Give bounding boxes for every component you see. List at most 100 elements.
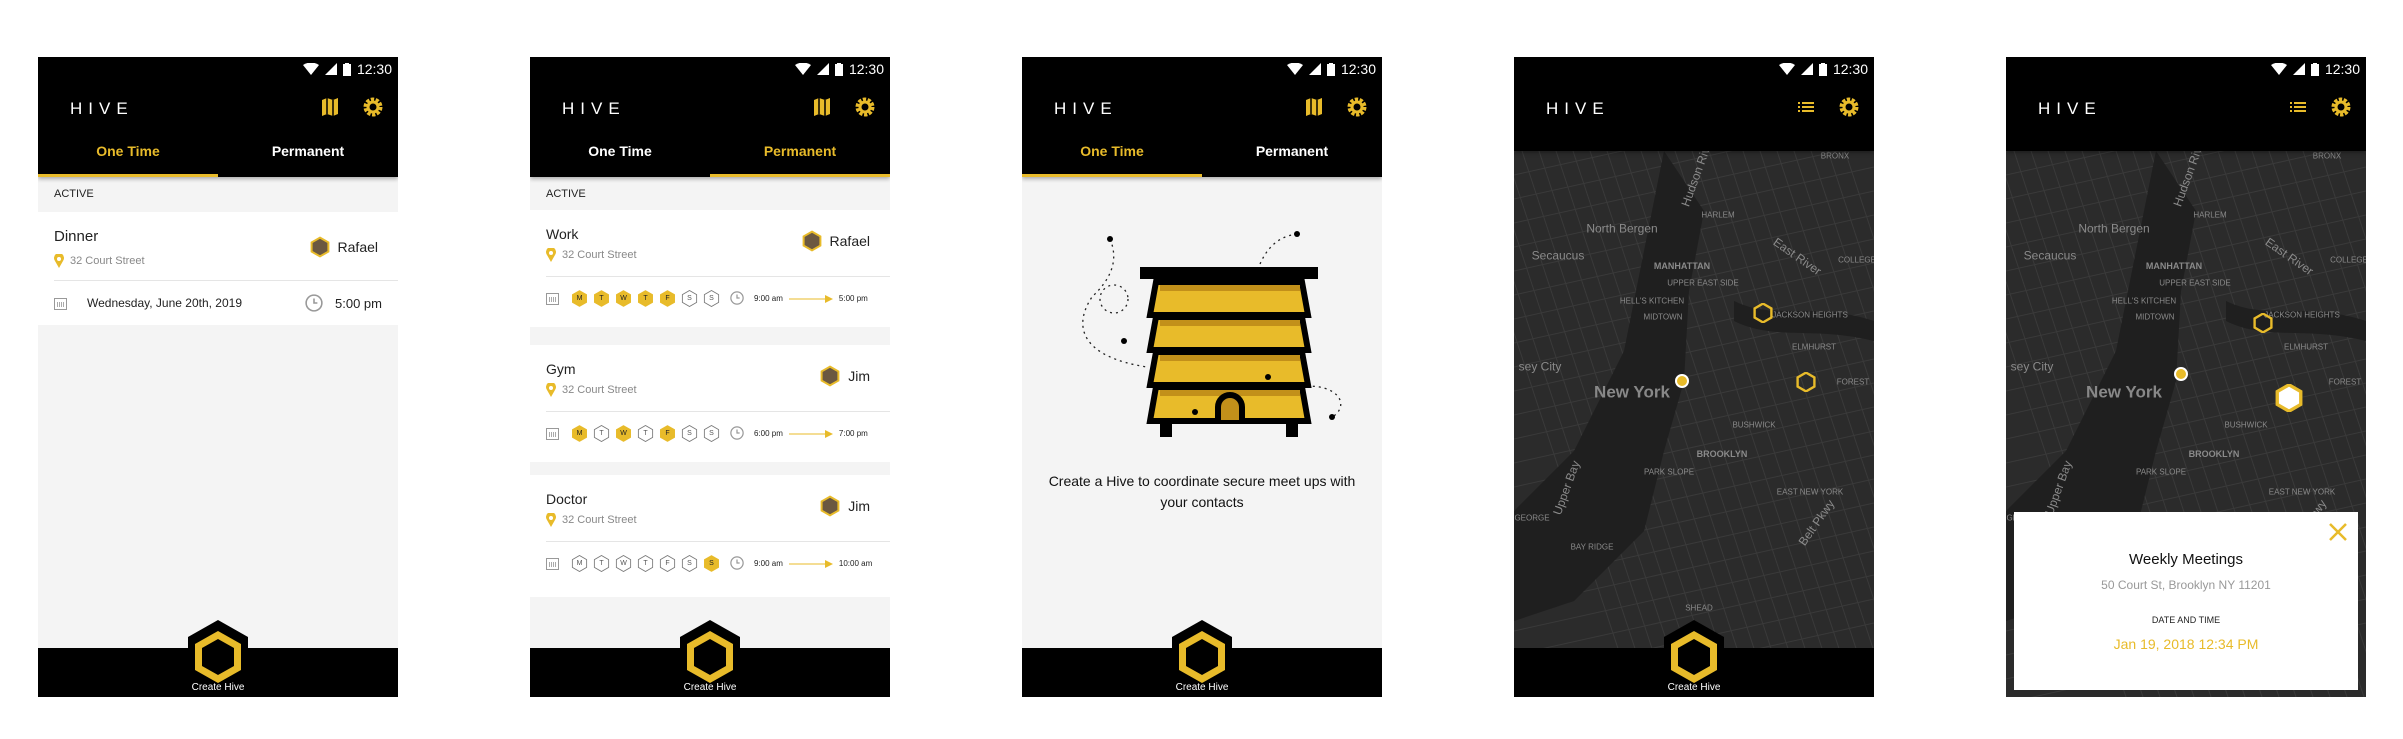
day-toggle[interactable]: F — [659, 555, 676, 572]
day-toggle[interactable]: T — [637, 425, 654, 442]
create-hive-button[interactable]: Create Hive — [188, 617, 248, 697]
hive-card[interactable]: Work 32 Court Street Rafael M T W T F S S 9:00 … — [530, 210, 890, 327]
location-pin-icon — [546, 383, 556, 397]
settings-icon[interactable] — [2331, 97, 2351, 117]
settings-icon[interactable] — [363, 97, 383, 117]
map-label: New York — [1594, 382, 1670, 402]
day-toggle[interactable]: M — [571, 290, 588, 307]
settings-icon[interactable] — [1839, 97, 1859, 117]
hive-schedule-row: Wednesday, June 20th, 2019 5:00 pm — [38, 281, 398, 325]
hive-card[interactable]: Gym 32 Court Street Jim M T W T F S S 6:00 pm 7:… — [530, 345, 890, 462]
app-bar: HIVE One Time Permanent — [38, 81, 398, 177]
app-title: HIVE — [1054, 99, 1118, 118]
tab-one-time[interactable]: One Time — [1022, 137, 1202, 177]
create-hive-label: Create Hive — [191, 682, 245, 693]
map-icon[interactable] — [1304, 97, 1324, 117]
map-label: FOREST — [1836, 377, 1870, 387]
day-letter: M — [576, 295, 583, 302]
list-icon[interactable] — [2288, 97, 2308, 117]
tab-permanent[interactable]: Permanent — [710, 137, 890, 177]
tab-permanent[interactable]: Permanent — [218, 137, 398, 177]
signal-icon — [1800, 63, 1813, 75]
hive-datetime: Jan 19, 2018 12:34 PM — [2113, 636, 2259, 652]
signal-icon — [2292, 63, 2305, 75]
list-icon[interactable] — [1796, 97, 1816, 117]
app-title: HIVE — [562, 99, 626, 118]
status-bar: 12:30 — [2006, 57, 2366, 81]
day-letter: T — [643, 430, 648, 437]
settings-icon[interactable] — [855, 97, 875, 117]
map-label: sey City — [2010, 359, 2054, 374]
day-toggle[interactable]: S — [681, 555, 698, 572]
tab-permanent[interactable]: Permanent — [1202, 137, 1382, 177]
location-pin-icon — [546, 513, 556, 527]
current-location-marker[interactable] — [2174, 367, 2188, 381]
map-label: UPPER EAST SIDE — [2159, 278, 2231, 288]
tab-one-time[interactable]: One Time — [530, 137, 710, 177]
day-toggle[interactable]: M — [571, 555, 588, 572]
map-view[interactable]: BRONX North Bergen HARLEM Secaucus MANHATTAN… — [1514, 135, 1874, 697]
day-toggle[interactable]: T — [593, 290, 610, 307]
day-letter: S — [687, 295, 692, 302]
day-toggle[interactable]: T — [593, 555, 610, 572]
map-label: Secaucus — [2023, 248, 2077, 263]
day-toggle[interactable]: S — [703, 425, 720, 442]
calendar-icon — [546, 428, 559, 440]
screen-map-detail: 12:30 HIVE BRONX North Bergen HARLEM Secauc… — [2006, 57, 2366, 697]
map-label: BRONX — [2312, 151, 2342, 161]
app-title: HIVE — [2038, 99, 2102, 118]
screen-permanent: 12:30 HIVE One Time Permanent ACTIVE Wor… — [530, 57, 890, 697]
day-toggle[interactable]: W — [615, 425, 632, 442]
hive-map-marker[interactable] — [1753, 302, 1773, 324]
signal-icon — [816, 63, 829, 75]
hive-map-marker[interactable] — [2253, 312, 2273, 334]
map-label: BAY RIDGE — [1570, 542, 1614, 552]
hive-card[interactable]: Dinner 32 Court Street Rafael — [38, 212, 398, 281]
tab-one-time[interactable]: One Time — [38, 137, 218, 177]
wifi-icon — [794, 63, 811, 75]
weekday-selector: MTWTFSS — [571, 290, 720, 307]
hive-map-marker[interactable] — [2275, 382, 2303, 414]
day-toggle[interactable]: M — [571, 425, 588, 442]
day-toggle[interactable]: S — [703, 290, 720, 307]
hive-card[interactable]: Doctor 32 Court Street Jim M T W T F S S 9:00 a… — [530, 475, 890, 597]
map-label: EAST NEW YORK — [1776, 487, 1844, 497]
day-toggle[interactable]: T — [593, 425, 610, 442]
hive-address: 32 Court Street — [546, 383, 637, 397]
day-letter: T — [643, 560, 648, 567]
day-toggle[interactable]: W — [615, 555, 632, 572]
day-toggle[interactable]: F — [659, 290, 676, 307]
app-bar: HIVE — [1514, 81, 1874, 151]
day-toggle[interactable]: S — [681, 425, 698, 442]
map-label: JACKSON HEIGHTS — [1772, 310, 1848, 320]
day-letter: S — [709, 295, 714, 302]
day-toggle[interactable]: S — [703, 555, 720, 572]
hive-map-marker[interactable] — [1796, 371, 1816, 393]
create-hive-button[interactable]: Create Hive — [680, 617, 740, 697]
screen-empty: 12:30 HIVE One Time Permanent Create a H… — [1022, 57, 1382, 697]
address-text: 32 Court Street — [70, 255, 145, 267]
hive-address: 32 Court Street — [54, 254, 145, 268]
day-toggle[interactable]: T — [637, 555, 654, 572]
day-toggle[interactable]: F — [659, 425, 676, 442]
day-letter: S — [687, 560, 692, 567]
map-icon[interactable] — [320, 97, 340, 117]
create-hive-button[interactable]: Create Hive — [1172, 617, 1232, 697]
map-label: BUSHWICK — [1732, 420, 1776, 430]
map-icon[interactable] — [812, 97, 832, 117]
status-time: 12:30 — [1340, 61, 1376, 77]
screen-one-time: 12:30 HIVE One Time Permanent ACTIVE Din… — [38, 57, 398, 697]
day-toggle[interactable]: T — [637, 290, 654, 307]
address-text: 32 Court Street — [562, 249, 637, 261]
day-toggle[interactable]: W — [615, 290, 632, 307]
day-toggle[interactable]: S — [681, 290, 698, 307]
day-letter: M — [576, 560, 583, 567]
map-label: PARK SLOPE — [2135, 467, 2187, 477]
current-location-marker[interactable] — [1675, 374, 1689, 388]
contact-avatar — [310, 236, 330, 258]
settings-icon[interactable] — [1347, 97, 1367, 117]
hive-title: Gym — [546, 361, 576, 377]
create-hive-button[interactable]: Create Hive — [1664, 617, 1724, 697]
contact-avatar — [820, 495, 840, 517]
close-icon[interactable] — [2328, 522, 2348, 542]
